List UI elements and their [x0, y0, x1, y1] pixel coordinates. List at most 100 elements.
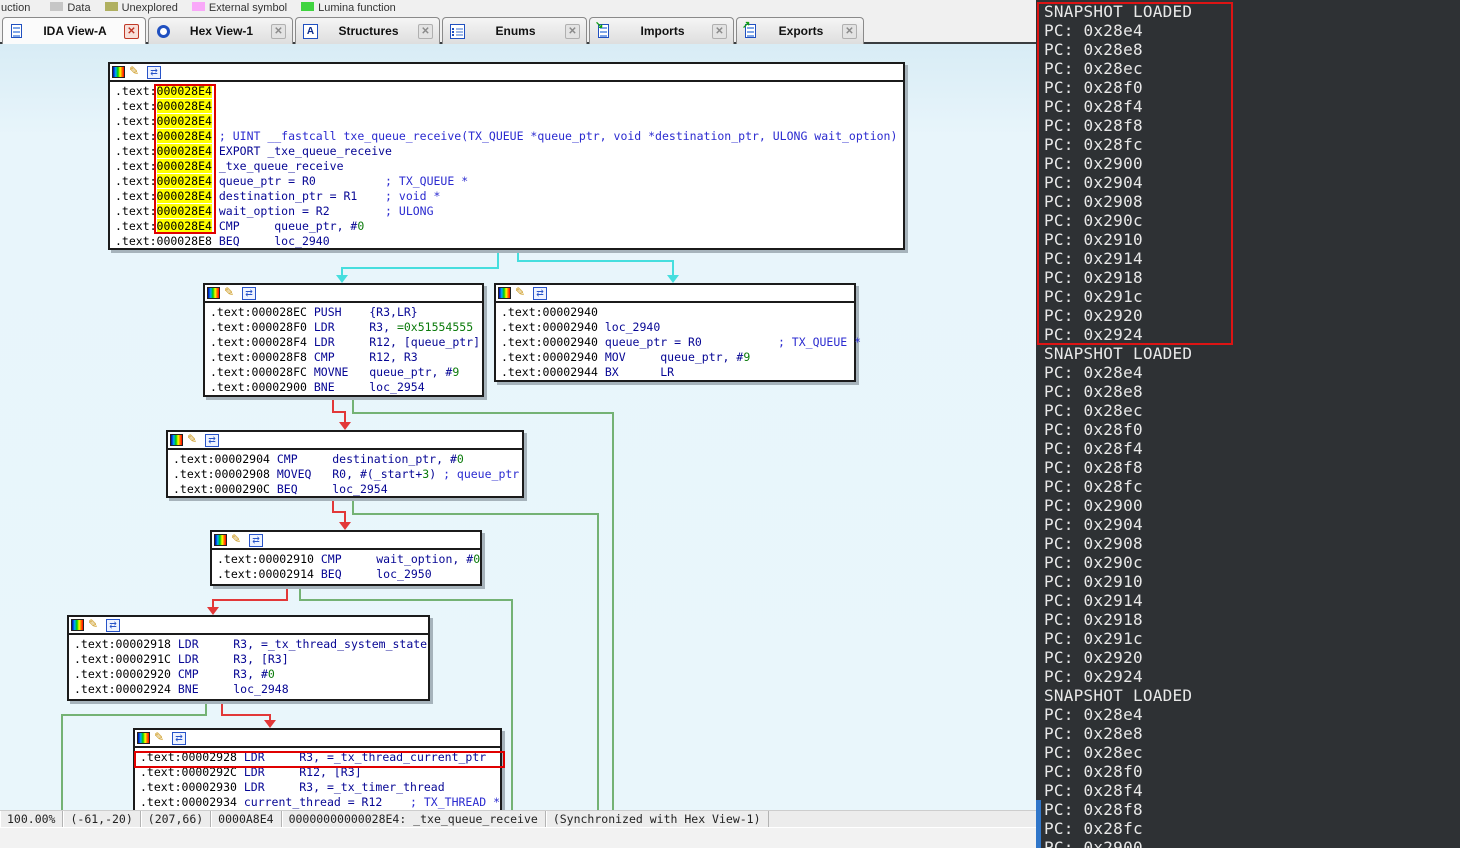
tab-ida-view-a[interactable]: IDA View-A✕ [2, 17, 146, 44]
disasm-line[interactable]: .text:00002900 BNE loc_2954 [210, 380, 482, 395]
terminal-panel[interactable]: SNAPSHOT LOADEDPC: 0x28e4PC: 0x28e8PC: 0… [1036, 0, 1460, 848]
tab-imports[interactable]: ↘Imports✕ [589, 17, 734, 44]
disasm-line[interactable]: .text:000028E4 CMP queue_ptr, #0 [115, 219, 903, 234]
disasm-line[interactable]: .text:000028E4 _txe_queue_receive [115, 159, 903, 174]
basic-block-2928[interactable]: ✎ ⇄ .text:00002928 LDR R3, =_tx_thread_cur… [133, 728, 502, 810]
disasm-text: LDR R3, [314, 320, 397, 334]
disasm-line[interactable]: .text:000028E4 queue_ptr = R0 ; TX_QUEUE… [115, 174, 903, 189]
node-info-icon[interactable]: ⇄ [172, 732, 186, 745]
edit-comment-icon[interactable]: ✎ [231, 533, 245, 547]
disasm-line[interactable]: .text:000028E4 [115, 114, 903, 129]
node-color-icon[interactable] [71, 619, 84, 631]
disasm-text: .text:00002944 [501, 365, 605, 379]
tab-enums[interactable]: Enums✕ [442, 17, 587, 44]
disasm-line[interactable]: .text:000028E4 destination_ptr = R1 ; vo… [115, 189, 903, 204]
disasm-line[interactable]: .text:000028F0 LDR R3, =0x51554555 [210, 320, 482, 335]
disasm-line[interactable]: .text:000028E4 [115, 99, 903, 114]
disasm-line[interactable]: .text:00002940 loc_2940 [501, 320, 854, 335]
disasm-text: LDR R3, =_tx_thread_system_state [178, 637, 427, 651]
tab-structures[interactable]: AStructures✕ [295, 17, 440, 44]
disasm-line[interactable]: .text:00002904 CMP destination_ptr, #0 [173, 452, 522, 467]
disasm-line[interactable]: .text:000028E4 EXPORT _txe_queue_receive [115, 144, 903, 159]
tab-exports[interactable]: ↗Exports✕ [736, 17, 864, 44]
edit-comment-icon[interactable]: ✎ [187, 433, 201, 447]
disasm-line[interactable]: .text:000028E4 ; UINT __fastcall txe_que… [115, 129, 903, 144]
ida-graph-view[interactable]: ✎⇄.text:000028E4.text:000028E4.text:0000… [0, 44, 1036, 810]
graph-edge [597, 514, 599, 810]
node-info-icon[interactable]: ⇄ [106, 619, 120, 632]
node-color-icon[interactable] [112, 66, 125, 78]
tab-close-icon[interactable]: ✕ [565, 24, 580, 39]
node-color-icon[interactable] [170, 434, 183, 446]
terminal-pc-line: PC: 0x28e8 [1044, 382, 1192, 401]
tab-close-icon[interactable]: ✕ [712, 24, 727, 39]
hex-view-icon [155, 23, 172, 40]
terminal-pc-line: PC: 0x2900 [1044, 838, 1192, 848]
disasm-text [212, 189, 219, 203]
legend-swatch [50, 2, 63, 11]
graph-edge [352, 498, 354, 514]
disasm-line[interactable]: .text:0000291C LDR R3, [R3] [74, 652, 428, 667]
disasm-line[interactable]: .text:000028EC PUSH {R3,LR} [210, 305, 482, 320]
terminal-pc-line: PC: 0x28f4 [1044, 439, 1192, 458]
node-info-icon[interactable]: ⇄ [242, 287, 256, 300]
terminal-snapshot-header: SNAPSHOT LOADED [1044, 2, 1192, 21]
tab-close-icon[interactable]: ✕ [418, 24, 433, 39]
graph-edge [341, 268, 343, 275]
node-info-icon[interactable]: ⇄ [205, 434, 219, 447]
disasm-line[interactable]: .text:000028F4 LDR R12, [queue_ptr] [210, 335, 482, 350]
disasm-text: .text:0000290C [173, 482, 277, 496]
disasm-line[interactable]: .text:00002930 LDR R3, =_tx_timer_thread [140, 780, 500, 795]
disasm-line[interactable]: .text:00002944 BX LR [501, 365, 854, 380]
disasm-line[interactable]: .text:00002908 MOVEQ R0, #(_start+3) ; q… [173, 467, 522, 482]
disasm-line[interactable]: .text:00002934 current_thread = R12 ; TX… [140, 795, 500, 810]
disasm-line[interactable]: .text:00002918 LDR R3, =_tx_thread_syste… [74, 637, 428, 652]
disasm-text: 000028E4 [157, 114, 212, 128]
edit-comment-icon[interactable]: ✎ [224, 286, 238, 300]
basic-block-2918[interactable]: ✎ ⇄ .text:00002918 LDR R3, =_tx_thread_sys… [67, 615, 430, 701]
disasm-text: CMP R3, # [178, 667, 268, 681]
disasm-line[interactable]: .text:00002910 CMP wait_option, #0 [217, 552, 480, 567]
graph-edge [286, 586, 288, 600]
tab-close-icon[interactable]: ✕ [271, 24, 286, 39]
basic-block-28e4[interactable]: ✎⇄.text:000028E4.text:000028E4.text:0000… [108, 62, 905, 250]
tab-close-icon[interactable]: ✕ [124, 24, 139, 39]
disasm-line[interactable]: .text:00002940 MOV queue_ptr, #9 [501, 350, 854, 365]
basic-block-2904[interactable]: ✎ ⇄ .text:00002904 CMP destination_ptr, #0… [166, 430, 524, 498]
disasm-line[interactable]: .text:000028F8 CMP R12, R3 [210, 350, 482, 365]
disasm-line[interactable]: .text:000028E8 BEQ loc_2940 [115, 234, 903, 249]
disasm-text: 000028E4 [157, 129, 212, 143]
disasm-line[interactable]: .text:0000290C BEQ loc_2954 [173, 482, 522, 497]
node-color-icon[interactable] [207, 287, 220, 299]
disasm-text: .text:00002920 [74, 667, 178, 681]
disasm-line[interactable]: .text:00002940 [501, 305, 854, 320]
edit-comment-icon[interactable]: ✎ [154, 731, 168, 745]
node-color-icon[interactable] [137, 732, 150, 744]
disasm-line[interactable]: .text:00002920 CMP R3, #0 [74, 667, 428, 682]
node-info-icon[interactable]: ⇄ [533, 287, 547, 300]
tab-hex-view-1[interactable]: Hex View-1✕ [148, 17, 293, 44]
basic-block-28ec[interactable]: ✎⇄.text:000028EC PUSH {R3,LR}.text:00002… [203, 283, 484, 397]
basic-block-2910[interactable]: ✎ ⇄ .text:00002910 CMP wait_option, #0.tex… [210, 530, 482, 586]
graph-edge [497, 250, 499, 268]
tab-close-icon[interactable]: ✕ [842, 24, 857, 39]
basic-block-2940[interactable]: ✎ ⇄ .text:00002940.text:00002940 loc_2940.… [494, 283, 856, 382]
disasm-line[interactable]: .text:000028E4 [115, 84, 903, 99]
graph-edge [61, 714, 207, 716]
disasm-line[interactable]: .text:0000292C LDR R12, [R3] [140, 765, 500, 780]
disasm-line[interactable]: .text:00002940 queue_ptr = R0 ; TX_QUEUE… [501, 335, 854, 350]
node-color-icon[interactable] [214, 534, 227, 546]
edit-comment-icon[interactable]: ✎ [88, 618, 102, 632]
node-color-icon[interactable] [498, 287, 511, 299]
disasm-text: .text:000028EC [210, 305, 314, 319]
node-info-icon[interactable]: ⇄ [147, 66, 161, 79]
disasm-line[interactable]: .text:000028FC MOVNE queue_ptr, #9 [210, 365, 482, 380]
disasm-line[interactable]: .text:00002924 BNE loc_2948 [74, 682, 428, 697]
node-info-icon[interactable]: ⇄ [249, 534, 263, 547]
edit-comment-icon[interactable]: ✎ [515, 286, 529, 300]
edit-comment-icon[interactable]: ✎ [129, 65, 143, 79]
disasm-line[interactable]: .text:000028E4 wait_option = R2 ; ULONG [115, 204, 903, 219]
disasm-line[interactable]: .text:00002928 LDR R3, =_tx_thread_curre… [140, 750, 500, 765]
disasm-line[interactable]: .text:00002914 BEQ loc_2950 [217, 567, 480, 582]
terminal-pc-line: PC: 0x28f0 [1044, 762, 1192, 781]
